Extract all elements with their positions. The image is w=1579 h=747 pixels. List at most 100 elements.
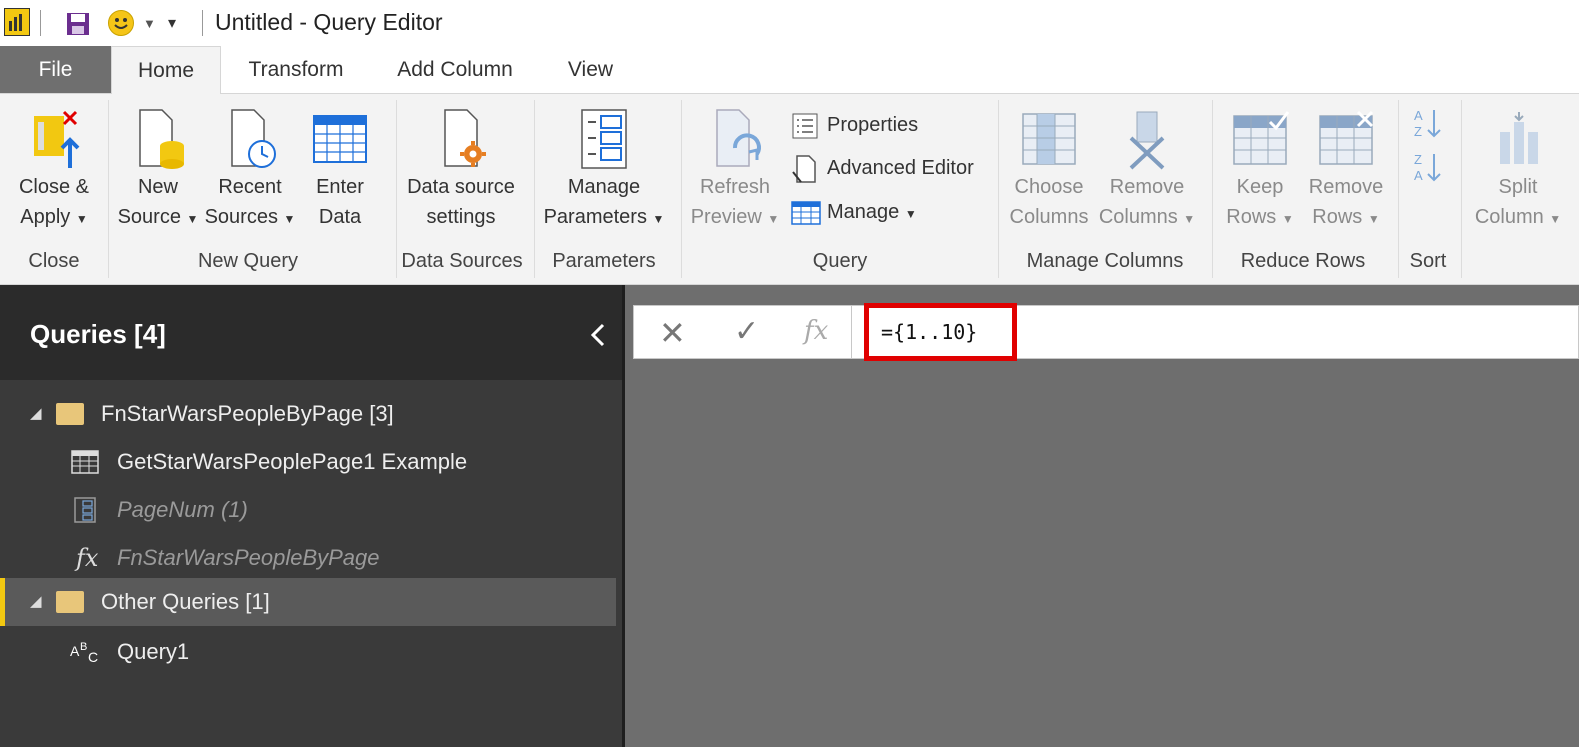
group-separator xyxy=(1461,100,1462,278)
refresh-preview-button[interactable]: Refresh Preview ▼ xyxy=(688,108,782,234)
query-folder[interactable]: ◢ FnStarWarsPeopleByPage [3] xyxy=(0,390,616,438)
query-item[interactable]: GetStarWarsPeoplePage1 Example xyxy=(0,438,616,486)
save-icon[interactable] xyxy=(66,12,90,41)
expand-triangle-icon[interactable]: ◢ xyxy=(30,390,42,438)
chevron-down-icon: ▼ xyxy=(1367,212,1380,226)
sort-descending-button[interactable]: Z A xyxy=(1408,150,1448,195)
svg-text:A: A xyxy=(1414,168,1423,183)
remove-rows-label-1: Remove xyxy=(1308,176,1384,198)
cancel-icon[interactable]: ✕ xyxy=(659,314,686,352)
query-folder-label: FnStarWarsPeopleByPage [3] xyxy=(101,401,394,426)
chevron-down-icon: ▼ xyxy=(767,212,780,226)
group-separator xyxy=(534,100,535,278)
enter-data-label-2: Data xyxy=(318,206,362,228)
choose-columns-icon xyxy=(1022,113,1076,165)
data-source-settings-label-1: Data source xyxy=(407,176,515,198)
refresh-icon xyxy=(716,109,761,167)
expand-triangle-icon[interactable]: ◢ xyxy=(30,578,42,626)
group-separator xyxy=(108,100,109,278)
recent-sources-label-2: Sources xyxy=(204,206,278,228)
properties-icon xyxy=(792,113,818,139)
close-apply-button[interactable]: Close & Apply ▼ xyxy=(8,108,100,234)
window-title: Untitled - Query Editor xyxy=(215,9,443,35)
manage-button[interactable]: Manage ▼ xyxy=(791,195,917,229)
query-folder-label: Other Queries [1] xyxy=(101,589,270,614)
sort-ascending-button[interactable]: A Z xyxy=(1408,106,1448,151)
manage-parameters-button[interactable]: Manage Parameters ▼ xyxy=(540,108,668,234)
remove-rows-button[interactable]: Remove Rows ▼ xyxy=(1302,108,1390,234)
keep-rows-icon xyxy=(1233,111,1290,165)
recent-sources-label-1: Recent xyxy=(218,176,282,198)
enter-data-button[interactable]: Enter Data xyxy=(302,108,378,232)
group-separator xyxy=(681,100,682,278)
new-source-label-2: Source xyxy=(117,206,181,228)
folder-icon xyxy=(56,403,84,425)
fx-icon[interactable]: fx xyxy=(804,316,828,346)
title-bar: ▼ ▾ Untitled - Query Editor xyxy=(0,0,1579,46)
formula-separator xyxy=(851,306,852,358)
parameters-icon xyxy=(581,109,627,169)
tab-home[interactable]: Home xyxy=(111,46,221,94)
quick-access-customize-icon[interactable]: ▾ xyxy=(168,13,176,33)
table-icon xyxy=(71,450,99,474)
ribbon-tabs: File Home Transform Add Column View xyxy=(0,46,1579,94)
query-item[interactable]: PageNum (1) xyxy=(0,486,616,534)
collapse-pane-icon[interactable] xyxy=(588,321,608,356)
data-source-settings-icon xyxy=(444,109,486,167)
group-data-sources-label: Data Sources xyxy=(401,250,523,272)
tab-view[interactable]: View xyxy=(553,46,628,93)
formula-input[interactable]: ={1..10} xyxy=(864,303,1017,361)
table-icon xyxy=(313,115,367,163)
feedback-smiley-icon[interactable] xyxy=(108,10,134,36)
data-source-settings-button[interactable]: Data source settings xyxy=(400,108,522,232)
folder-icon xyxy=(56,591,84,613)
group-separator xyxy=(396,100,397,278)
keep-rows-button[interactable]: Keep Rows ▼ xyxy=(1220,108,1300,234)
query-folder-selected[interactable]: ◢ Other Queries [1] xyxy=(0,578,616,626)
refresh-preview-label-2: Preview xyxy=(690,206,762,228)
close-apply-label-1: Close & xyxy=(18,176,90,198)
tab-add-column[interactable]: Add Column xyxy=(380,46,530,93)
group-parameters-label: Parameters xyxy=(552,250,656,272)
remove-columns-icon xyxy=(1129,111,1165,170)
query-item[interactable]: A B C Query1 xyxy=(0,628,616,676)
query-item-label: PageNum (1) xyxy=(117,497,248,522)
new-source-label-1: New xyxy=(137,176,178,198)
remove-columns-button[interactable]: Remove Columns ▼ xyxy=(1097,108,1197,234)
remove-columns-label-2: Columns xyxy=(1098,206,1178,228)
tab-transform[interactable]: Transform xyxy=(232,46,360,93)
query-item-label: Query1 xyxy=(117,639,190,664)
new-source-button[interactable]: New Source ▼ xyxy=(116,108,200,234)
function-icon: fx xyxy=(76,544,99,572)
advanced-editor-button[interactable]: Advanced Editor xyxy=(791,151,974,185)
table-icon xyxy=(791,200,821,225)
ribbon: Close & Apply ▼ Close New Source ▼ Recen… xyxy=(0,94,1579,285)
properties-label: Properties xyxy=(827,114,919,136)
chevron-down-icon: ▼ xyxy=(75,212,88,226)
choose-columns-label-2: Columns xyxy=(1009,206,1089,228)
queries-pane: Queries [4] ◢ FnStarWarsPeopleByPage [3]… xyxy=(0,285,622,747)
query-item[interactable]: fx FnStarWarsPeopleByPage xyxy=(0,534,616,582)
feedback-dropdown-icon[interactable]: ▼ xyxy=(143,16,156,31)
title-separator xyxy=(40,10,41,36)
new-source-icon xyxy=(139,109,184,169)
svg-text:Z: Z xyxy=(1414,124,1422,139)
choose-columns-button[interactable]: Choose Columns xyxy=(1005,108,1093,232)
split-column-label-2: Column xyxy=(1474,206,1544,228)
tab-file[interactable]: File xyxy=(0,46,111,93)
recent-sources-button[interactable]: Recent Sources ▼ xyxy=(204,108,296,234)
group-separator xyxy=(1398,100,1399,278)
group-query-label: Query xyxy=(812,250,868,272)
close-apply-icon xyxy=(34,110,80,168)
manage-parameters-label-2: Parameters xyxy=(543,206,647,228)
parameter-icon xyxy=(74,497,96,523)
title-separator xyxy=(202,10,203,36)
commit-check-icon[interactable]: ✓ xyxy=(734,314,759,349)
svg-text:C: C xyxy=(88,649,98,665)
svg-text:A: A xyxy=(1414,108,1423,123)
remove-rows-icon xyxy=(1319,110,1374,165)
formula-bar: ✕ ✓ fx ={1..10} xyxy=(633,303,1579,361)
split-column-button[interactable]: Split Column ▼ xyxy=(1468,108,1568,234)
properties-button[interactable]: Properties xyxy=(791,108,918,142)
chevron-down-icon: ▼ xyxy=(1183,212,1196,226)
